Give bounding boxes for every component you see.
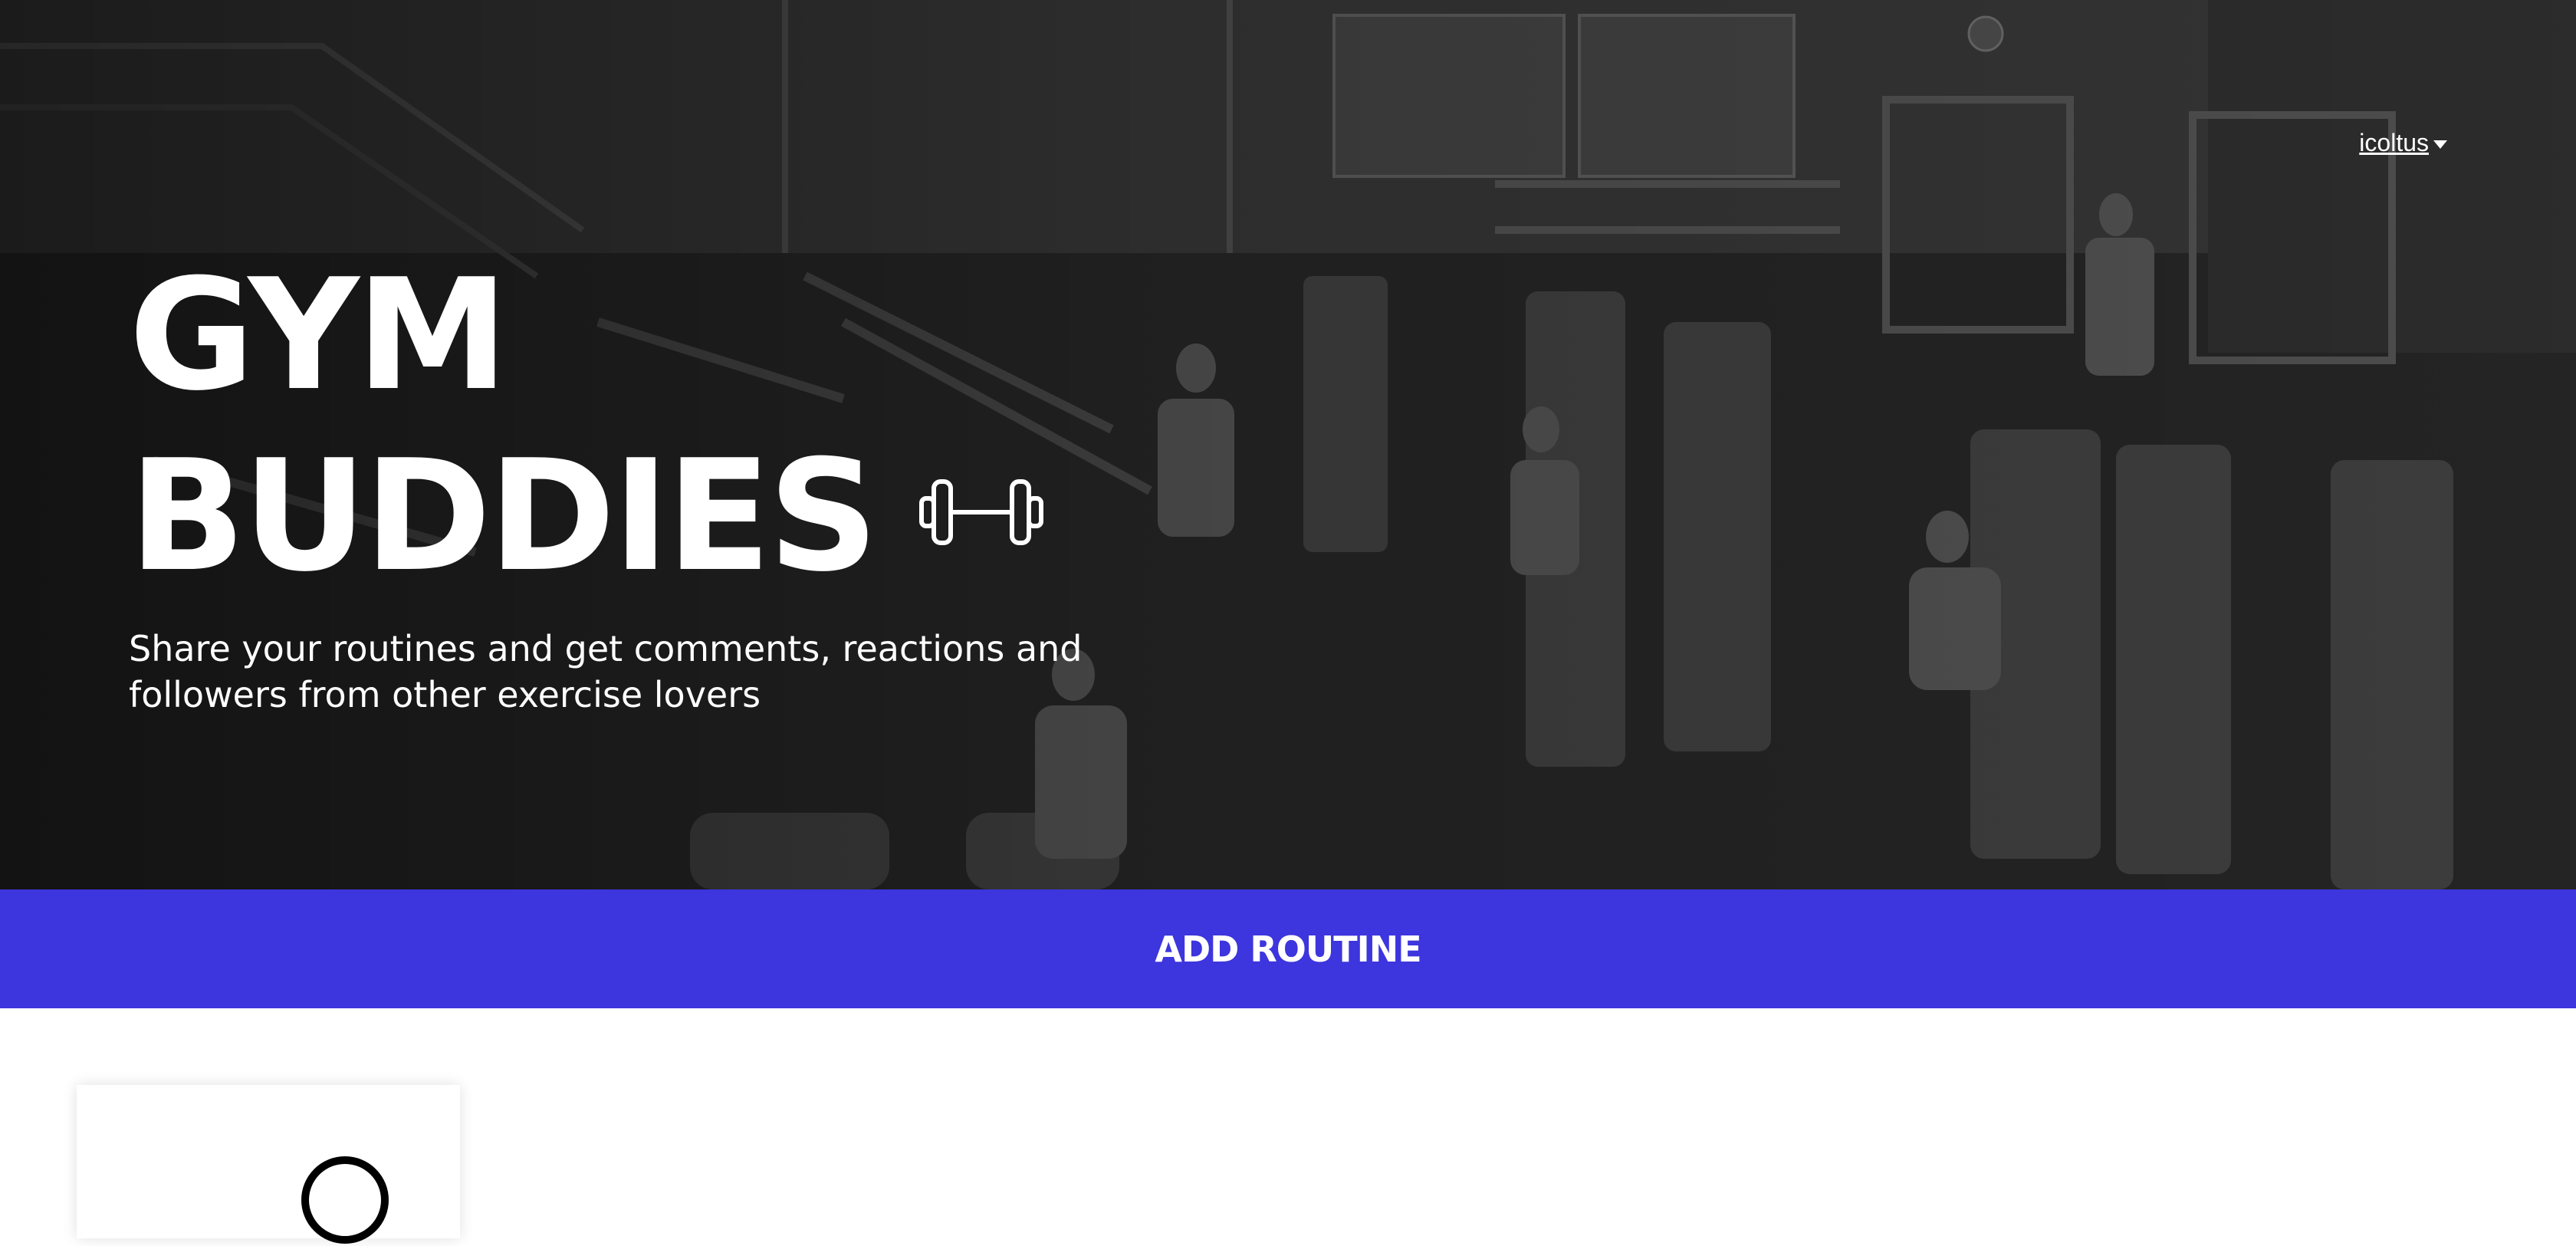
routine-card[interactable]	[77, 1085, 460, 1244]
app-title: GYM BUDDIES	[129, 245, 1044, 607]
chevron-down-icon[interactable]	[2433, 140, 2447, 149]
dumbbell-icon	[918, 479, 1043, 545]
username-label[interactable]: icoltus	[2359, 129, 2429, 157]
title-line-1: GYM	[129, 246, 509, 425]
title-line-2-row: BUDDIES	[129, 426, 1044, 607]
routines-feed	[0, 1008, 2576, 1244]
title-line-2: BUDDIES	[129, 427, 879, 606]
avatar-icon	[301, 1156, 389, 1244]
user-menu[interactable]: icoltus	[2359, 129, 2447, 157]
add-routine-button[interactable]: ADD ROUTINE	[0, 889, 2576, 1008]
add-routine-label[interactable]: ADD ROUTINE	[1155, 929, 1421, 970]
hero-tagline: Share your routines and get comments, re…	[129, 628, 1083, 715]
hero-banner: icoltus GYM BUDDIES Share your routines …	[0, 0, 2576, 889]
